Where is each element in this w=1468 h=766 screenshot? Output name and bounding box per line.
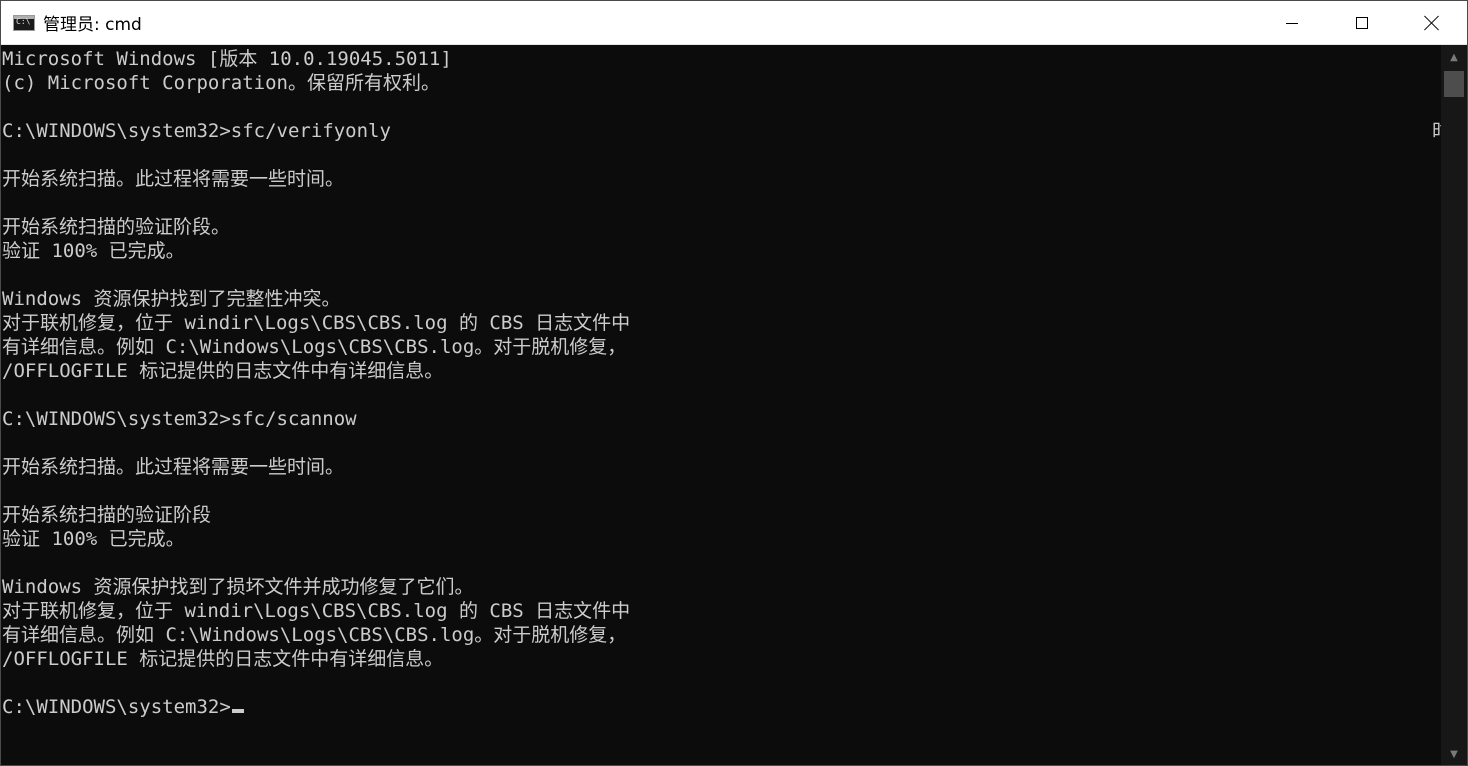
console-line: C:\WINDOWS\system32>sfc/scannow (2, 408, 357, 430)
minimize-button[interactable] (1257, 1, 1327, 45)
console-line: 开始系统扫描的验证阶段 (2, 504, 212, 526)
minimize-icon (1286, 22, 1298, 24)
console-line: Windows 资源保护找到了损坏文件并成功修复了它们。 (2, 576, 474, 598)
console-line: 开始系统扫描。此过程将需要一些时间。 (2, 168, 345, 190)
console-line: /OFFLOGFILE 标记提供的日志文件中有详细信息。 (2, 360, 444, 382)
maximize-button[interactable] (1327, 1, 1397, 45)
console-line: 开始系统扫描的验证阶段。 (2, 216, 231, 238)
console-line: 验证 100% 已完成。 (2, 240, 185, 262)
console-line: Windows 资源保护找到了完整性冲突。 (2, 288, 341, 310)
console-line: 有详细信息。例如 C:\Windows\Logs\CBS\CBS.log。对于脱… (2, 624, 627, 646)
console-line: 有详细信息。例如 C:\Windows\Logs\CBS\CBS.log。对于脱… (2, 336, 627, 358)
title-bar[interactable]: C:\ 管理员: cmd (1, 1, 1467, 45)
cmd-console-icon: C:\ (13, 14, 35, 31)
console-line: 对于联机修复，位于 windir\Logs\CBS\CBS.log 的 CBS … (2, 600, 631, 622)
console-line: Microsoft Windows [版本 10.0.19045.5011] (2, 48, 452, 70)
scroll-thumb[interactable] (1444, 71, 1464, 97)
console-line: /OFFLOGFILE 标记提供的日志文件中有详细信息。 (2, 648, 444, 670)
console-output[interactable]: 时 Microsoft Windows [版本 10.0.19045.5011]… (1, 45, 1442, 765)
scroll-up-icon[interactable]: ▲ (1441, 45, 1467, 69)
cmd-window: C:\ 管理员: cmd 时 Microsoft Windows [版本 10.… (0, 0, 1468, 766)
console-line: C:\WINDOWS\system32>sfc/verifyonly (2, 120, 391, 142)
console-line: 开始系统扫描。此过程将需要一些时间。 (2, 456, 345, 478)
console-prompt-line: C:\WINDOWS\system32> (2, 695, 244, 719)
vertical-scrollbar[interactable]: ▲ ▼ (1441, 45, 1467, 765)
window-title: 管理员: cmd (43, 15, 142, 35)
console-line: (c) Microsoft Corporation。保留所有权利。 (2, 72, 440, 94)
close-button[interactable] (1397, 1, 1467, 45)
close-icon (1424, 15, 1440, 31)
console-line: 对于联机修复，位于 windir\Logs\CBS\CBS.log 的 CBS … (2, 312, 631, 334)
console-line: 验证 100% 已完成。 (2, 528, 185, 550)
maximize-icon (1356, 17, 1368, 29)
icon-prompt: C:\ (16, 16, 31, 26)
scroll-down-icon[interactable]: ▼ (1441, 742, 1467, 765)
window-controls (1257, 1, 1467, 45)
text-cursor (231, 709, 244, 713)
